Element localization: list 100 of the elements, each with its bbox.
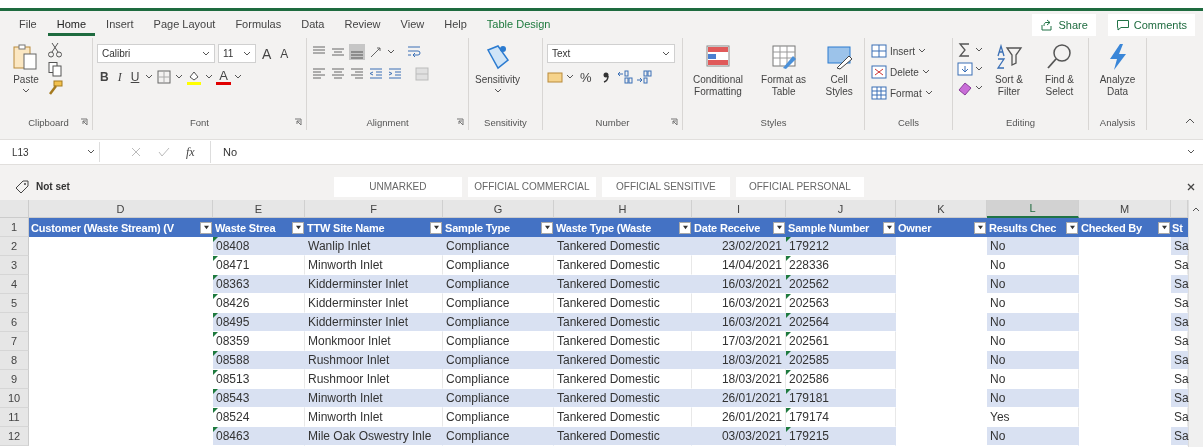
format-as-table-button[interactable]: Format as Table (753, 40, 815, 100)
decrease-decimal-icon[interactable] (635, 69, 652, 85)
row-header[interactable]: 1 (0, 218, 29, 237)
fill-down-icon[interactable] (957, 61, 973, 77)
caret-icon[interactable] (175, 74, 184, 80)
comments-button[interactable]: Comments (1107, 13, 1195, 36)
ribbon-tab[interactable]: Table Design (477, 13, 560, 36)
ribbon-tab[interactable]: Home (47, 13, 96, 36)
sensitivity-label-button[interactable]: OFFICIAL COMMERCIAL (467, 176, 596, 197)
dialog-launcher-icon[interactable] (456, 118, 464, 126)
row-header[interactable]: 2 (0, 237, 29, 256)
eraser-icon[interactable] (957, 80, 973, 96)
ribbon-tab[interactable]: View (391, 13, 434, 36)
merge-cells-icon[interactable] (414, 66, 430, 82)
italic-button[interactable]: I (114, 69, 125, 85)
row-header[interactable]: 5 (0, 294, 29, 313)
filter-dropdown-icon[interactable] (292, 221, 304, 234)
ribbon-tab[interactable]: Insert (97, 13, 143, 36)
caret-icon[interactable] (975, 66, 983, 72)
column-header[interactable]: E (213, 200, 305, 218)
close-icon[interactable] (1186, 181, 1196, 192)
filter-dropdown-icon[interactable] (773, 221, 785, 234)
column-header[interactable]: J (786, 200, 896, 218)
filter-dropdown-icon[interactable] (541, 221, 553, 234)
dialog-launcher-icon[interactable] (670, 118, 678, 126)
caret-icon[interactable] (145, 74, 154, 80)
row-header[interactable]: 8 (0, 351, 29, 370)
filter-dropdown-icon[interactable] (1158, 221, 1170, 234)
caret-icon[interactable] (975, 47, 983, 53)
column-header[interactable]: L (987, 200, 1079, 218)
scroll-up-icon[interactable] (1192, 206, 1200, 212)
number-format-dropdown[interactable]: Text (547, 44, 675, 63)
insert-cells-button[interactable]: Insert (869, 42, 928, 60)
row-header[interactable]: 12 (0, 427, 29, 446)
ribbon-tab[interactable]: Formulas (226, 13, 291, 36)
filter-dropdown-icon[interactable] (883, 221, 895, 234)
analyze-data-button[interactable]: Analyze Data (1093, 40, 1142, 100)
row-header[interactable]: 4 (0, 275, 29, 294)
column-header[interactable]: M (1079, 200, 1171, 218)
column-header[interactable]: K (896, 200, 987, 218)
check-icon[interactable] (158, 146, 170, 158)
row-header[interactable]: 10 (0, 389, 29, 408)
row-header[interactable]: 3 (0, 256, 29, 275)
sensitivity-label-button[interactable]: OFFICIAL PERSONAL (735, 176, 864, 197)
name-box[interactable]: L13 (8, 142, 100, 162)
cell-styles-button[interactable]: Cell Styles (818, 40, 860, 100)
dialog-launcher-icon[interactable] (294, 118, 302, 126)
filter-dropdown-icon[interactable] (974, 221, 986, 234)
caret-icon[interactable] (566, 74, 574, 80)
ribbon-tab[interactable]: Review (335, 13, 390, 36)
caret-icon[interactable] (387, 49, 395, 55)
font-name-dropdown[interactable]: Calibri (97, 44, 215, 63)
dialog-launcher-icon[interactable] (80, 118, 88, 126)
caret-icon[interactable] (975, 85, 983, 91)
row-header[interactable]: 7 (0, 332, 29, 351)
format-cells-button[interactable]: Format (869, 84, 935, 102)
grow-font-button[interactable]: A (259, 45, 275, 62)
collapse-ribbon-icon[interactable] (1185, 118, 1195, 124)
filter-dropdown-icon[interactable] (1066, 221, 1078, 234)
wrap-text-icon[interactable] (406, 44, 422, 60)
sensitivity-label-button[interactable]: OFFICIAL SENSITIVE (601, 176, 730, 197)
row-header[interactable]: 9 (0, 370, 29, 389)
row-header[interactable]: 6 (0, 313, 29, 332)
font-color-button[interactable]: A (216, 69, 231, 85)
column-header[interactable]: I (692, 200, 786, 218)
conditional-formatting-button[interactable]: Conditional Formatting (687, 40, 749, 100)
paintbrush-icon[interactable] (47, 80, 63, 96)
column-header[interactable]: G (443, 200, 554, 218)
ribbon-tab[interactable]: Page Layout (144, 13, 225, 36)
percent-button[interactable]: % (577, 69, 595, 85)
bold-button[interactable]: B (97, 70, 112, 84)
paste-button[interactable]: Paste (9, 40, 43, 96)
column-header[interactable]: D (29, 200, 213, 218)
caret-icon[interactable] (234, 74, 242, 80)
underline-button[interactable]: U (127, 70, 143, 84)
row-header[interactable]: 11 (0, 408, 29, 427)
formula-input[interactable]: No (210, 141, 1203, 163)
sensitivity-button[interactable]: Sensitivity (473, 40, 522, 96)
insert-function-button[interactable]: fx (186, 144, 195, 160)
font-size-dropdown[interactable]: 11 (218, 44, 256, 63)
find-select-button[interactable]: Find & Select (1034, 40, 1084, 100)
fill-color-icon[interactable] (186, 69, 203, 85)
ribbon-tab[interactable]: Help (435, 13, 476, 36)
column-header[interactable]: F (305, 200, 443, 218)
sort-filter-button[interactable]: Sort & Filter (987, 40, 1031, 100)
filter-dropdown-icon[interactable] (430, 221, 442, 234)
share-button[interactable]: Share (1032, 13, 1096, 36)
vertical-scrollbar[interactable] (1188, 200, 1203, 447)
shrink-font-button[interactable]: A (277, 46, 292, 61)
caret-icon[interactable] (205, 74, 214, 80)
ribbon-tab[interactable]: File (10, 13, 46, 36)
delete-cells-button[interactable]: Delete (869, 63, 932, 81)
sensitivity-label-button[interactable]: UNMARKED (333, 176, 462, 197)
filter-dropdown-icon[interactable] (679, 221, 691, 234)
ribbon-tab[interactable]: Data (292, 13, 334, 36)
orientation-icon[interactable] (368, 44, 384, 60)
scissors-icon[interactable] (47, 42, 63, 58)
column-header[interactable]: H (554, 200, 692, 218)
copy-icon[interactable] (47, 61, 63, 77)
filter-dropdown-icon[interactable] (200, 221, 212, 234)
